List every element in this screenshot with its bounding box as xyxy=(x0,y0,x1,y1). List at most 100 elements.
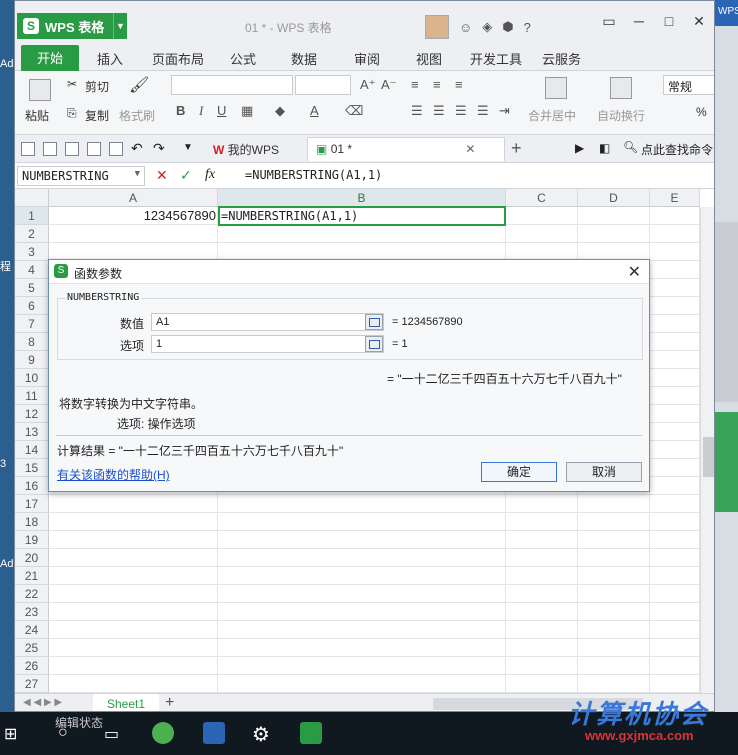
fill-color-icon[interactable]: ◆ xyxy=(275,103,285,119)
italic-button[interactable]: I xyxy=(199,103,203,119)
skin-icon[interactable]: ◧ xyxy=(599,141,610,155)
tab-review[interactable]: 审阅 xyxy=(354,49,380,68)
row-header[interactable]: 7 xyxy=(15,315,49,333)
cut-button[interactable]: 剪切 xyxy=(85,78,109,95)
task-view-icon[interactable]: ▭ xyxy=(104,724,119,744)
column-header[interactable]: B xyxy=(218,189,506,207)
merge-center-icon[interactable] xyxy=(545,77,567,99)
row-header[interactable]: 2 xyxy=(15,225,49,243)
new-tab-button[interactable]: + xyxy=(511,138,522,159)
scroll-thumb[interactable] xyxy=(703,437,714,477)
row-header[interactable]: 6 xyxy=(15,297,49,315)
copy-button[interactable]: 复制 xyxy=(85,107,109,124)
row-header[interactable]: 9 xyxy=(15,351,49,369)
row-header[interactable]: 12 xyxy=(15,405,49,423)
app-menu-button[interactable]: S WPS 表格 ▼ xyxy=(17,13,127,39)
justify-icon[interactable]: ☰ xyxy=(477,103,489,119)
column-header[interactable]: D xyxy=(578,189,650,207)
tab-view[interactable]: 视图 xyxy=(416,49,442,68)
formula-input[interactable]: =NUMBERSTRING(A1,1) xyxy=(245,168,382,182)
wrap-text-icon[interactable] xyxy=(610,77,632,99)
close-icon[interactable]: ✕ xyxy=(628,262,641,282)
merge-center-button[interactable]: 合并居中 xyxy=(528,107,576,124)
settings-icon[interactable]: ⚙ xyxy=(252,722,270,747)
chevron-down-icon[interactable]: ▼ xyxy=(135,169,140,179)
indent-icon[interactable]: ⇥ xyxy=(499,103,510,119)
tab-developer[interactable]: 开发工具 xyxy=(470,49,522,68)
close-button[interactable]: ✕ xyxy=(684,13,714,30)
increase-font-icon[interactable]: A⁺ xyxy=(360,77,376,93)
windows-start-icon[interactable]: ⊞ xyxy=(4,724,17,744)
export-icon[interactable] xyxy=(65,142,79,156)
range-select-icon[interactable] xyxy=(365,314,383,330)
close-icon[interactable]: ✕ xyxy=(465,142,475,156)
row-header[interactable]: 14 xyxy=(15,441,49,459)
sheet-tab[interactable]: Sheet1 xyxy=(93,694,159,711)
underline-button[interactable]: U xyxy=(217,103,226,118)
align-top-icon[interactable]: ≡ xyxy=(411,77,419,92)
row-header[interactable]: 8 xyxy=(15,333,49,351)
wps-writer-icon[interactable] xyxy=(203,722,225,744)
format-painter-icon[interactable]: 🖌 xyxy=(129,75,149,95)
browser-icon[interactable] xyxy=(152,722,174,744)
maximize-button[interactable]: □ xyxy=(654,13,684,30)
row-header[interactable]: 20 xyxy=(15,549,49,567)
column-header[interactable]: E xyxy=(650,189,700,207)
row-header[interactable]: 13 xyxy=(15,423,49,441)
name-box[interactable]: NUMBERSTRING ▼ xyxy=(17,166,145,186)
cancel-icon[interactable]: ✕ xyxy=(156,167,168,184)
row-header[interactable]: 21 xyxy=(15,567,49,585)
row-header[interactable]: 27 xyxy=(15,675,49,693)
cell-b1[interactable]: =NUMBERSTRING(A1,1) xyxy=(218,206,506,226)
skin-icon[interactable]: ◈ xyxy=(482,19,492,35)
help-icon[interactable]: ? xyxy=(524,20,531,35)
font-size-combo[interactable] xyxy=(295,75,351,95)
format-painter-button[interactable]: 格式刷 xyxy=(119,107,155,124)
confirm-icon[interactable]: ✓ xyxy=(180,167,192,184)
row-header[interactable]: 11 xyxy=(15,387,49,405)
row-header[interactable]: 1 xyxy=(15,207,49,225)
row-header[interactable]: 10 xyxy=(15,369,49,387)
percent-button[interactable]: % xyxy=(696,105,707,119)
decrease-font-icon[interactable]: A⁻ xyxy=(381,77,397,93)
align-left-icon[interactable]: ☰ xyxy=(411,103,423,119)
tab-home[interactable]: 开始 xyxy=(21,45,80,71)
row-header[interactable]: 4 xyxy=(15,261,49,279)
wps-sheets-icon[interactable] xyxy=(300,722,322,744)
undo-icon[interactable]: ↶ xyxy=(131,140,143,157)
tab-cloud[interactable]: 云服务 xyxy=(542,49,581,68)
tab-formulas[interactable]: 公式 xyxy=(230,49,256,68)
print-preview-icon[interactable] xyxy=(109,142,123,156)
cancel-button[interactable]: 取消 xyxy=(566,462,642,482)
tab-page-layout[interactable]: 页面布局 xyxy=(152,49,204,68)
row-header[interactable]: 24 xyxy=(15,621,49,639)
row-header[interactable]: 5 xyxy=(15,279,49,297)
save-icon[interactable] xyxy=(43,142,57,156)
command-search[interactable]: 点此查找命令 xyxy=(641,141,713,158)
row-header[interactable]: 16 xyxy=(15,477,49,495)
font-name-combo[interactable] xyxy=(171,75,293,95)
help-link[interactable]: 有关该函数的帮助(H) xyxy=(57,466,170,483)
arg-input-option[interactable]: 1 xyxy=(151,335,384,353)
paste-icon[interactable] xyxy=(29,79,51,101)
font-color-icon[interactable]: A xyxy=(310,103,319,118)
open-folder-icon[interactable] xyxy=(21,142,35,156)
copy-icon[interactable]: ⎘ xyxy=(67,106,77,121)
clear-format-icon[interactable]: ⌫ xyxy=(345,103,363,119)
cell-a1[interactable]: 1234567890 xyxy=(49,207,218,225)
align-right-icon[interactable]: ☰ xyxy=(455,103,467,119)
screen-icon[interactable]: ▶ xyxy=(575,141,584,155)
scissors-icon[interactable]: ✂ xyxy=(67,77,77,91)
settings-icon[interactable]: ⬢ xyxy=(502,19,513,35)
chevron-down-icon[interactable]: ▼ xyxy=(113,13,127,39)
tab-insert[interactable]: 插入 xyxy=(97,49,123,68)
fx-button[interactable]: fx xyxy=(205,167,215,183)
sheet-nav-icon[interactable]: ◀ ◀ ▶ ▶ xyxy=(23,697,62,708)
number-format-combo[interactable]: 常规 xyxy=(663,75,714,95)
row-header[interactable]: 25 xyxy=(15,639,49,657)
wrap-text-button[interactable]: 自动换行 xyxy=(597,107,645,124)
select-all-corner[interactable] xyxy=(15,189,49,207)
restore-layout-icon[interactable]: ▭ xyxy=(594,13,624,30)
vertical-scrollbar[interactable] xyxy=(700,207,714,693)
paste-button[interactable]: 粘贴 xyxy=(25,107,49,124)
